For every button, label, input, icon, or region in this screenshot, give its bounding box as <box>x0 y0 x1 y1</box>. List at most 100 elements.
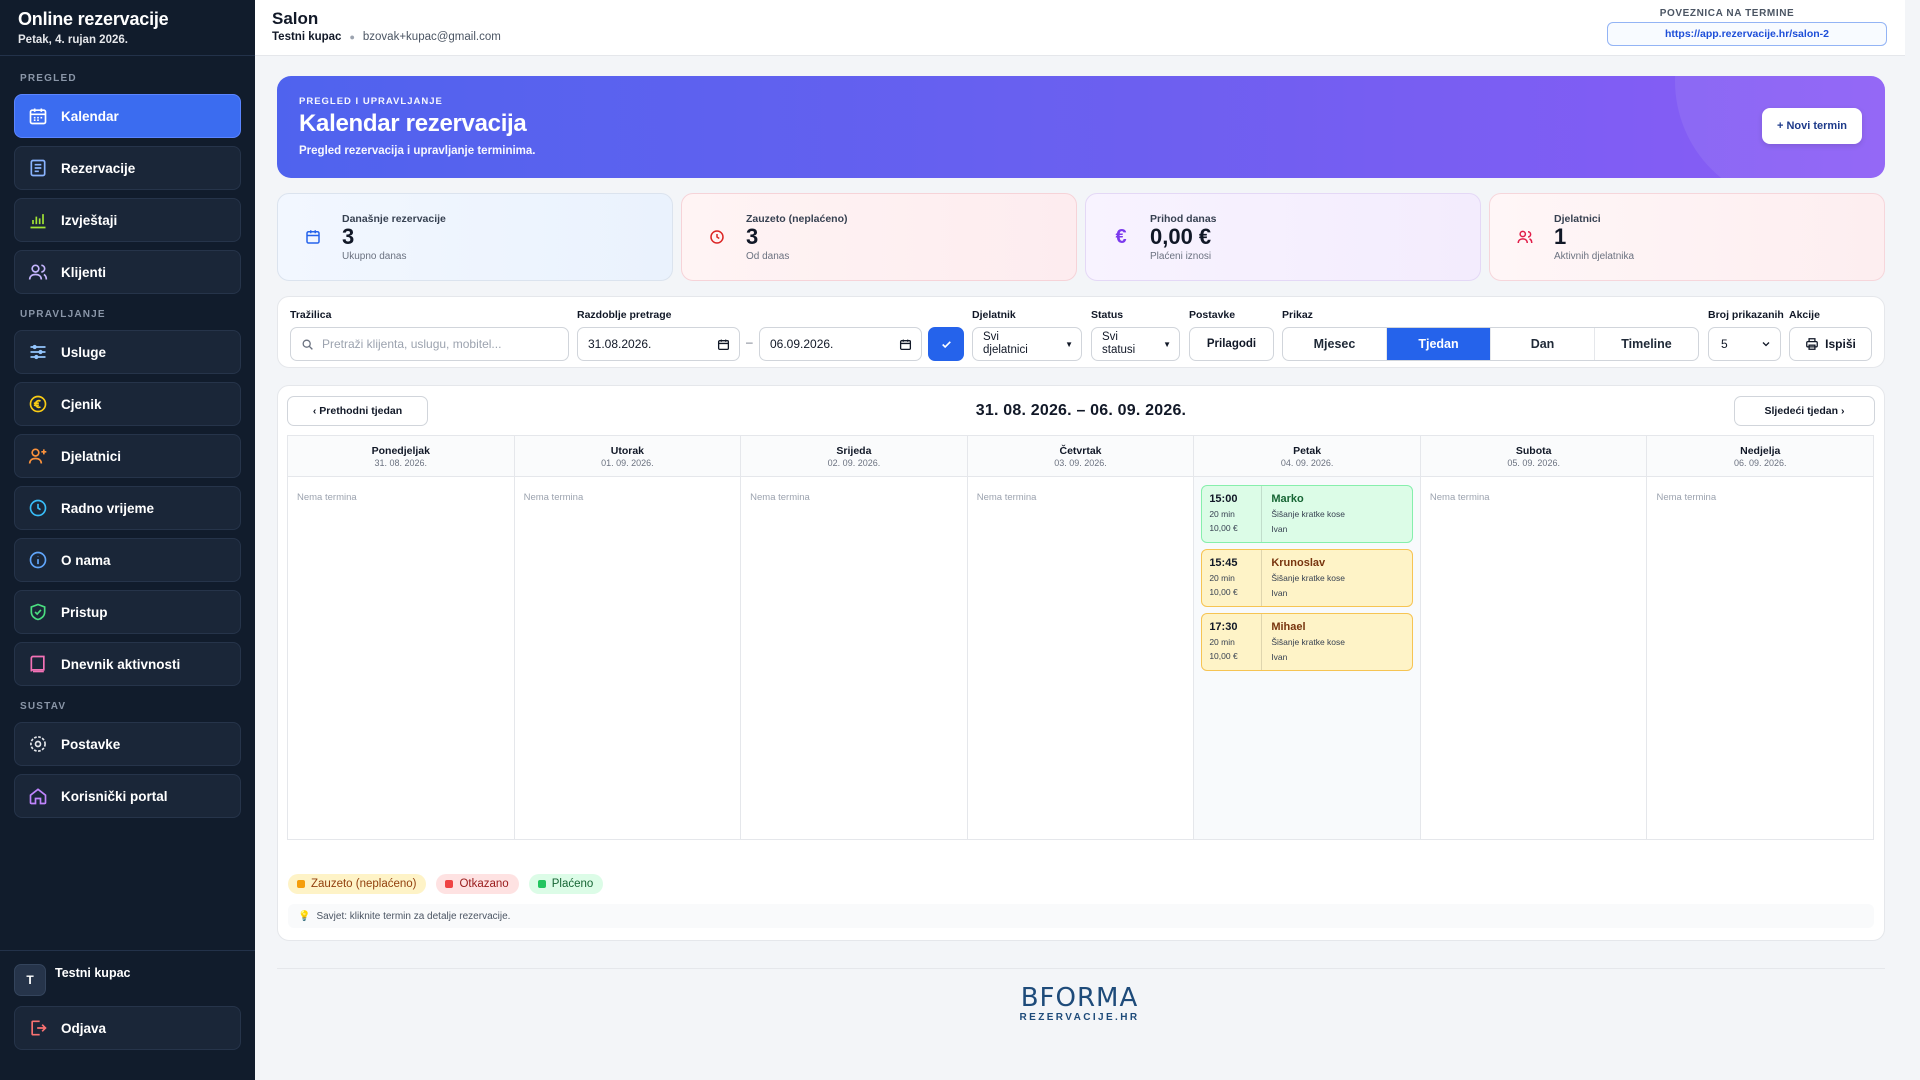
calendar-icon <box>298 222 328 252</box>
period-label: Razdoblje pretrage <box>577 309 672 321</box>
sidebar-item-radno-vrijeme[interactable]: Radno vrijeme <box>14 486 241 530</box>
day-header: Subota 05. 09. 2026. <box>1420 436 1647 477</box>
date-to-value: 06.09.2026. <box>770 337 834 351</box>
day-column-sunday[interactable]: Nedjelja 06. 09. 2026. Nema termina <box>1646 436 1874 839</box>
customize-button[interactable]: Prilagodi <box>1189 327 1274 361</box>
day-name: Četvrtak <box>1059 445 1102 457</box>
calendar-icon <box>717 338 730 351</box>
day-date: 04. 09. 2026. <box>1280 458 1334 468</box>
sidebar-item-izvjestaji[interactable]: Izvještaji <box>14 198 241 242</box>
day-header: Četvrtak 03. 09. 2026. <box>967 436 1194 477</box>
logout-button[interactable]: Odjava <box>14 1006 241 1050</box>
sidebar-item-rezervacije[interactable]: Rezervacije <box>14 146 241 190</box>
sidebar-item-label: Klijenti <box>61 264 107 280</box>
legend-label: Zauzeto (neplaćeno) <box>311 878 417 890</box>
apply-dates-button[interactable] <box>928 327 964 361</box>
count-select[interactable]: 5 <box>1708 327 1781 361</box>
date-from-value: 31.08.2026. <box>588 337 652 351</box>
shield-icon <box>27 601 49 623</box>
appointment-client: Krunoslav <box>1271 557 1326 569</box>
view-day-button[interactable]: Dan <box>1490 328 1594 360</box>
date-separator: – <box>746 335 753 349</box>
printer-icon <box>1805 337 1819 351</box>
day-header: Srijeda 02. 09. 2026. <box>741 436 967 477</box>
appointment-card[interactable]: 15:45 20 min 10,00 € Krunoslav Šišanje k… <box>1201 549 1414 607</box>
view-month-button[interactable]: Mjesec <box>1283 328 1386 360</box>
next-week-button[interactable]: Sljedeći tjedan › <box>1734 396 1875 426</box>
day-column-saturday[interactable]: Subota 05. 09. 2026. Nema termina <box>1419 436 1647 839</box>
count-value: 5 <box>1721 337 1728 351</box>
date-from-input[interactable]: 31.08.2026. <box>577 327 740 361</box>
appointment-duration: 20 min <box>1209 573 1235 583</box>
day-name: Nedjelja <box>1740 445 1781 457</box>
day-date: 05. 09. 2026. <box>1507 458 1560 468</box>
logout-icon <box>27 1017 49 1039</box>
print-button[interactable]: Ispiši <box>1789 327 1872 361</box>
day-column-thursday[interactable]: Četvrtak 03. 09. 2026. Nema termina <box>966 436 1194 839</box>
stat-label: Prihod danas <box>1150 212 1217 225</box>
stat-hint: Od danas <box>746 250 790 262</box>
tip-text: Savjet: kliknite termin za detalje rezer… <box>316 910 511 922</box>
separator-dot: ● <box>349 32 355 42</box>
user-profile[interactable]: T Testni kupac <box>14 964 130 996</box>
clock-icon <box>702 222 732 252</box>
sidebar-item-label: Dnevnik aktivnosti <box>61 656 181 672</box>
appointment-card[interactable]: 17:30 20 min 10,00 € Mihael Šišanje krat… <box>1201 613 1414 671</box>
logo-wordmark: BFORMA <box>1020 983 1139 1013</box>
day-column-friday[interactable]: Petak 04. 09. 2026. 15:00 20 min 10,00 €… <box>1193 436 1420 839</box>
sidebar-item-kalendar[interactable]: Kalendar <box>14 94 241 138</box>
day-name: Subota <box>1515 445 1552 457</box>
search-input[interactable]: Pretraži klijenta, uslugu, mobitel... <box>290 327 569 361</box>
new-appointment-button[interactable]: + Novi termin <box>1762 108 1862 144</box>
view-timeline-button[interactable]: Timeline <box>1594 328 1698 360</box>
account-email: bzovak+kupac@gmail.com <box>362 31 501 43</box>
calendar-icon <box>27 105 49 127</box>
footer-divider <box>277 968 1885 969</box>
appointment-time: 17:30 <box>1209 621 1238 633</box>
day-column-wednesday[interactable]: Srijeda 02. 09. 2026. Nema termina <box>740 436 967 839</box>
divider <box>0 950 255 951</box>
booking-link[interactable]: https://app.rezervacije.hr/salon-2 <box>1607 22 1887 46</box>
sidebar-item-label: Radno vrijeme <box>61 500 155 516</box>
day-column-tuesday[interactable]: Utorak 01. 09. 2026. Nema termina <box>513 436 741 839</box>
stat-value: 1 <box>1554 223 1567 249</box>
sliders-icon <box>27 341 49 363</box>
date-to-input[interactable]: 06.09.2026. <box>759 327 922 361</box>
hero-banner: PREGLED I UPRAVLJANJE Kalendar rezervaci… <box>277 76 1885 178</box>
appointment-employee: Ivan <box>1271 524 1288 534</box>
sidebar-item-dnevnik-aktivnosti[interactable]: Dnevnik aktivnosti <box>14 642 241 686</box>
calendar-icon <box>899 338 912 351</box>
avatar: T <box>14 964 46 996</box>
print-label: Ispiši <box>1825 337 1856 351</box>
appointment-price: 10,00 € <box>1209 523 1238 533</box>
euro-icon <box>27 393 49 415</box>
sidebar-item-klijenti[interactable]: Klijenti <box>14 250 241 294</box>
sidebar-item-djelatnici[interactable]: Djelatnici <box>14 434 241 478</box>
check-icon <box>940 338 953 351</box>
employee-select[interactable]: Svi djelatnici ▼ <box>972 327 1082 361</box>
caret-down-icon: ▼ <box>1065 339 1073 349</box>
sidebar-item-postavke[interactable]: Postavke <box>14 722 241 766</box>
sidebar-item-label: Usluge <box>61 344 107 360</box>
appointment-price: 10,00 € <box>1209 651 1238 661</box>
sidebar-item-usluge[interactable]: Usluge <box>14 330 241 374</box>
stat-value: 0,00 € <box>1150 223 1212 249</box>
status-select[interactable]: Svi statusi ▼ <box>1091 327 1180 361</box>
logout-label: Odjava <box>61 1020 107 1036</box>
day-date: 06. 09. 2026. <box>1733 458 1787 468</box>
day-name: Petak <box>1293 445 1322 457</box>
sidebar-item-korisnicki-portal[interactable]: Korisnički portal <box>14 774 241 818</box>
gear-icon <box>27 733 49 755</box>
stat-value: 3 <box>342 223 355 249</box>
day-column-monday[interactable]: Ponedjeljak 31. 08. 2026. Nema termina <box>288 436 514 839</box>
view-week-button[interactable]: Tjedan <box>1386 328 1490 360</box>
sidebar-item-cjenik[interactable]: Cjenik <box>14 382 241 426</box>
status-label: Status <box>1091 309 1124 321</box>
appointment-card[interactable]: 15:00 20 min 10,00 € Marko Šišanje kratk… <box>1201 485 1414 543</box>
appointment-price: 10,00 € <box>1209 587 1238 597</box>
sidebar-item-o-nama[interactable]: O nama <box>14 538 241 582</box>
sidebar-item-pristup[interactable]: Pristup <box>14 590 241 634</box>
empty-day-text: Nema termina <box>1429 492 1490 503</box>
lightbulb-icon: 💡 <box>298 910 311 922</box>
count-label: Broj prikazanih <box>1708 309 1784 321</box>
